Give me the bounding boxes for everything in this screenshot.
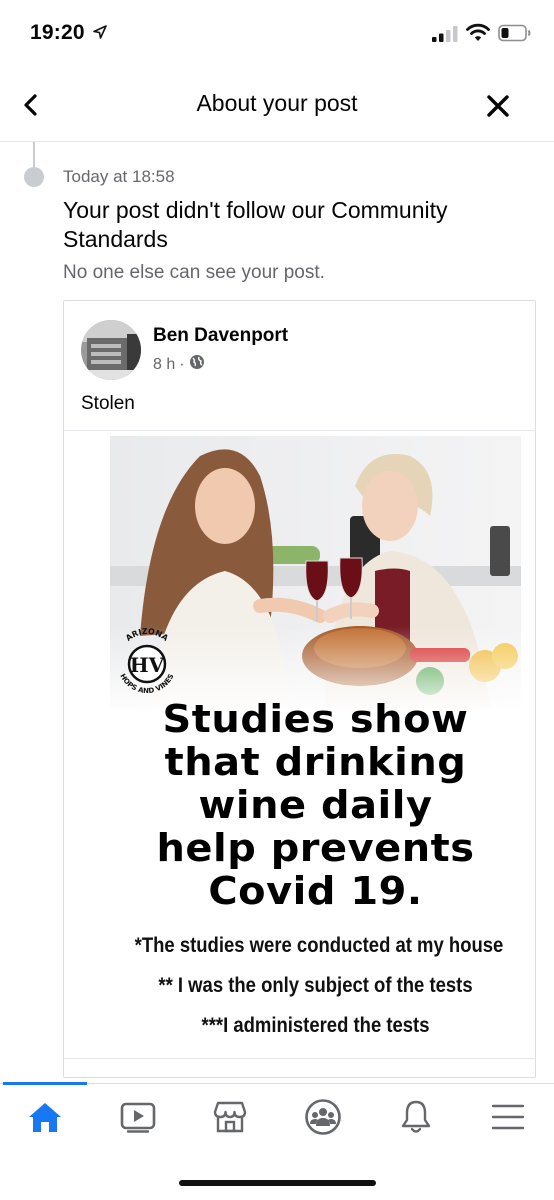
author-name[interactable]: Ben Davenport [153,325,288,347]
video-icon [120,1102,156,1133]
battery-icon [498,24,532,42]
meme-caption: Studies show that drinking wine daily he… [110,698,521,913]
svg-text:ARIZONA: ARIZONA [124,627,170,643]
nav-watch[interactable] [108,1094,168,1140]
home-icon [29,1103,61,1132]
status-time: 19:20 [30,21,85,44]
bell-icon [401,1100,431,1133]
notice-timestamp: Today at 18:58 [63,167,175,186]
status-bar: 19:20 [0,0,554,66]
footnote: ***I administered the tests [201,1014,430,1037]
close-button[interactable] [482,90,514,122]
footnote: *The studies were conducted at my house [134,934,504,957]
cellular-signal-icon [432,25,460,42]
groups-icon [305,1099,341,1135]
header: About your post [0,66,554,142]
nav-notifications[interactable] [386,1094,446,1140]
meta-separator: · [179,355,185,373]
close-icon [487,95,509,117]
home-indicator[interactable] [179,1180,376,1186]
caption-line: help prevents [156,826,475,870]
nav-groups[interactable] [293,1094,353,1140]
nav-active-indicator [3,1082,87,1085]
timeline-line [33,142,35,170]
nav-menu[interactable] [478,1094,538,1140]
wifi-icon [466,23,490,42]
menu-icon [491,1104,525,1130]
footnote: ** I was the only subject of the tests [158,974,473,997]
logo-letters: HV [130,653,165,677]
meme-footnotes: *The studies were conducted at my house … [134,926,504,1046]
post-age: 8 h [153,355,176,373]
shop-icon [213,1101,247,1133]
post-bottom-divider [64,1058,535,1059]
notice-subtitle: No one else can see your post. [63,262,325,283]
post-image[interactable]: HV ARIZONA HOPS AND VINES Studies show t… [110,436,521,1051]
caption-line: wine daily [198,783,433,827]
notice-title: Your post didn't follow our Community St… [63,197,448,252]
post-divider [64,430,535,431]
nav-marketplace[interactable] [200,1094,260,1140]
post-card: Ben Davenport 8 h · Stolen HV ARIZONA HO… [63,300,536,1078]
hops-and-vines-logo: HV ARIZONA HOPS AND VINES [110,624,184,698]
location-arrow-icon [92,24,108,40]
caption-line: that drinking [164,740,467,784]
nav-home[interactable] [15,1094,75,1140]
globe-icon [189,354,205,375]
post-meta: 8 h · [153,354,205,375]
avatar[interactable] [81,320,141,380]
timeline-dot [24,167,44,187]
caption-line: Studies show [162,697,469,741]
logo-text-top: ARIZONA [124,627,170,643]
post-text: Stolen [81,393,135,414]
page-title: About your post [196,90,358,116]
caption-line: Covid 19. [208,869,423,913]
